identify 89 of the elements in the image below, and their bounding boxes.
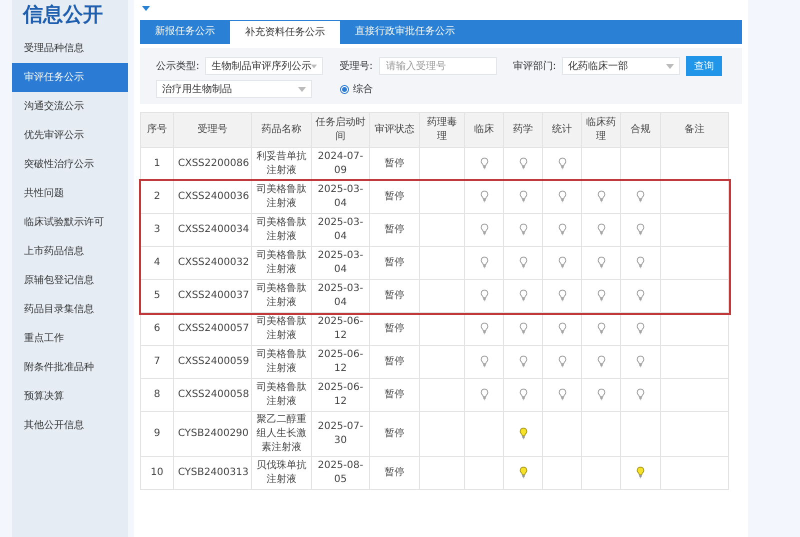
tab[interactable]: 新报任务公示 <box>140 20 230 44</box>
column-header: 序号 <box>140 112 174 148</box>
triangle-icon <box>142 6 150 11</box>
dropdown-caret-icon <box>298 86 306 92</box>
table-cell: 暂停 <box>370 378 420 412</box>
sidebar-item[interactable]: 优先审评公示 <box>12 121 128 150</box>
table-cell: 7 <box>140 346 174 378</box>
table-cell: 暂停 <box>370 280 420 312</box>
table-cell: 1 <box>140 148 174 180</box>
table-cell: CXSS2400058 <box>174 378 252 412</box>
sidebar-item[interactable]: 临床试验默示许可 <box>12 208 128 237</box>
column-header: 备注 <box>660 112 728 148</box>
table-cell: 暂停 <box>370 346 420 378</box>
table-cell: 司美格鲁肽注射液 <box>252 346 312 378</box>
table-cell: 2 <box>140 180 174 214</box>
field-label: 公示类型: <box>156 60 200 73</box>
table-cell: 2025-07-30 <box>312 412 370 456</box>
sidebar-item[interactable]: 其他公开信息 <box>12 411 128 440</box>
department-dropdown[interactable]: 化药临床一部 <box>562 57 680 75</box>
table-cell: 贝伐珠单抗注射液 <box>252 456 312 490</box>
table-cell: 3 <box>140 214 174 246</box>
column-header: 临床药理 <box>582 112 620 148</box>
table-cell: CXSS2400059 <box>174 346 252 378</box>
radio-button[interactable] <box>340 84 349 94</box>
sidebar-item[interactable]: 上市药品信息 <box>12 237 128 266</box>
sidebar-item[interactable]: 附条件批准品种 <box>12 353 128 382</box>
dropdown-caret-icon <box>666 64 674 68</box>
column-header: 临床 <box>464 112 504 148</box>
table-cell: CXSS2400057 <box>174 312 252 346</box>
sidebar-item[interactable]: 原辅包登记信息 <box>12 266 128 295</box>
column-header: 受理号 <box>174 112 252 148</box>
sidebar-item[interactable]: 受理品种信息 <box>12 34 128 63</box>
table-cell: CXSS2400036 <box>174 180 252 214</box>
sidebar-item[interactable]: 突破性治疗公示 <box>12 150 128 179</box>
table-cell: 6 <box>140 312 174 346</box>
sidebar-item[interactable]: 审评任务公示 <box>12 63 128 92</box>
table-cell: 司美格鲁肽注射液 <box>252 246 312 280</box>
sidebar-title: 信息公开 <box>22 1 104 28</box>
table-cell: 聚乙二醇重组人生长激素注射液 <box>252 412 312 456</box>
table-cell: 暂停 <box>370 246 420 280</box>
field-label: 受理号: <box>339 60 373 73</box>
table-cell: 司美格鲁肽注射液 <box>252 280 312 312</box>
table-cell: 2025-06-12 <box>312 312 370 346</box>
table-cell: 2025-03-04 <box>312 180 370 214</box>
radio-option[interactable]: 综合 <box>340 82 373 96</box>
table-cell: CYSB2400313 <box>174 456 252 490</box>
sidebar-item[interactable]: 共性问题 <box>12 179 128 208</box>
table-cell: 司美格鲁肽注射液 <box>252 180 312 214</box>
table-cell: 2025-03-04 <box>312 214 370 246</box>
table-cell: 2025-06-12 <box>312 378 370 412</box>
table-cell: 2025-03-04 <box>312 246 370 280</box>
table-cell: CYSB2400290 <box>174 412 252 456</box>
number-input-field[interactable]: 请输入受理号 <box>378 57 497 75</box>
sidebar-item[interactable]: 重点工作 <box>12 324 128 353</box>
field-label: 审评部门: <box>512 60 556 73</box>
table-cell: 司美格鲁肽注射液 <box>252 312 312 346</box>
table-cell: 5 <box>140 280 174 312</box>
subtype-dropdown[interactable]: 治疗用生物制品 <box>156 80 312 98</box>
table-cell: 暂停 <box>370 456 420 490</box>
table-cell: 9 <box>140 412 174 456</box>
table-cell: CXSS2400037 <box>174 280 252 312</box>
dropdown-caret-icon <box>311 64 318 68</box>
column-header: 合规 <box>620 112 660 148</box>
table-cell: 2025-08-05 <box>312 456 370 490</box>
table-cell: 暂停 <box>370 180 420 214</box>
column-header: 任务启动时间 <box>312 112 370 148</box>
column-header: 药品名称 <box>252 112 312 148</box>
table-cell: 8 <box>140 378 174 412</box>
table-cell: 暂停 <box>370 412 420 456</box>
table-cell: 司美格鲁肽注射液 <box>252 378 312 412</box>
column-header: 审评状态 <box>370 112 420 148</box>
tab[interactable]: 补充资料任务公示 <box>230 21 340 44</box>
sidebar-item[interactable]: 沟通交流公示 <box>12 92 128 121</box>
table-cell: CXSS2400032 <box>174 246 252 280</box>
table-cell: 2025-03-04 <box>312 280 370 312</box>
sidebar-item[interactable]: 预算决算 <box>12 382 128 411</box>
column-header: 统计 <box>542 112 582 148</box>
table-cell: CXSS2400034 <box>174 214 252 246</box>
table-cell: 2025-06-12 <box>312 346 370 378</box>
table-cell: 暂停 <box>370 312 420 346</box>
table-cell: 司美格鲁肽注射液 <box>252 214 312 246</box>
type-dropdown[interactable]: 生物制品审评序列公示 <box>205 57 324 75</box>
tab[interactable]: 直接行政审批任务公示 <box>340 20 470 44</box>
table-cell: 暂停 <box>370 214 420 246</box>
column-header: 药理毒理 <box>420 112 464 148</box>
table-cell: 4 <box>140 246 174 280</box>
sidebar-item[interactable]: 药品目录集信息 <box>12 295 128 324</box>
table-cell: 10 <box>140 456 174 490</box>
column-header: 药学 <box>504 112 542 148</box>
